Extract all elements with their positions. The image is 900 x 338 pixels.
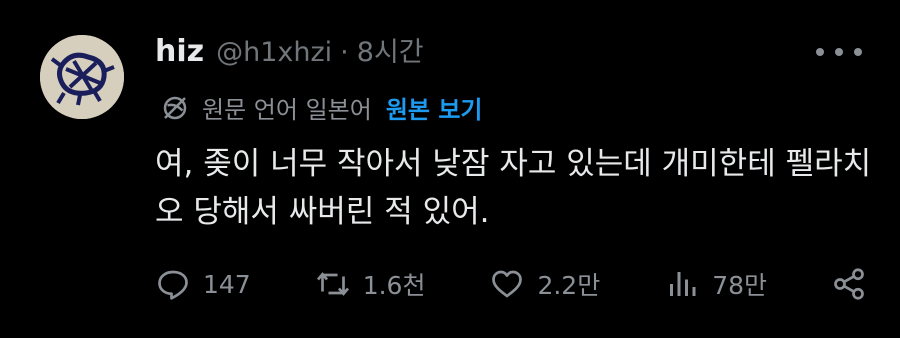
- show-original-link[interactable]: 원본 보기: [386, 90, 483, 125]
- action-bar: 147 1.6천 2.2만 78만: [155, 258, 867, 310]
- view-count: 78만: [712, 271, 768, 300]
- like-button[interactable]: 2.2만: [489, 266, 600, 302]
- views-icon: [670, 272, 696, 296]
- avatar-drawing-icon: [40, 35, 124, 119]
- separator-dot: ·: [340, 37, 349, 68]
- reply-button[interactable]: 147: [155, 266, 251, 302]
- tweet-text: 여, 좆이 너무 작아서 낮잠 자고 있는데 개미한테 펠라치오 당해서 싸버린…: [155, 146, 872, 230]
- display-name[interactable]: hiz: [155, 34, 204, 69]
- views-button[interactable]: 78만: [664, 266, 767, 302]
- reply-icon: [158, 270, 188, 300]
- translation-info: 원문 언어 일본어 원본 보기: [160, 90, 483, 125]
- share-icon: [834, 268, 864, 300]
- translate-icon: [163, 96, 187, 119]
- more-icon[interactable]: [816, 40, 862, 64]
- avatar[interactable]: [40, 35, 124, 119]
- retweet-button[interactable]: 1.6천: [315, 266, 426, 302]
- retweet-count: 1.6천: [362, 271, 426, 300]
- like-icon: [492, 270, 523, 298]
- translation-source-label: 원문 언어 일본어: [202, 96, 372, 124]
- retweet-icon: [316, 272, 349, 296]
- like-count: 2.2만: [537, 271, 601, 300]
- share-button[interactable]: [831, 266, 867, 302]
- reply-count: 147: [203, 269, 251, 299]
- tweet-card[interactable]: hiz @h1xhzi · 8시간 원문 언어 일본어 원본 보기 여, 좆이 …: [0, 0, 900, 338]
- tweet-header: hiz @h1xhzi · 8시간: [155, 30, 424, 69]
- user-handle[interactable]: @h1xhzi: [216, 37, 332, 68]
- timestamp[interactable]: 8시간: [357, 30, 424, 69]
